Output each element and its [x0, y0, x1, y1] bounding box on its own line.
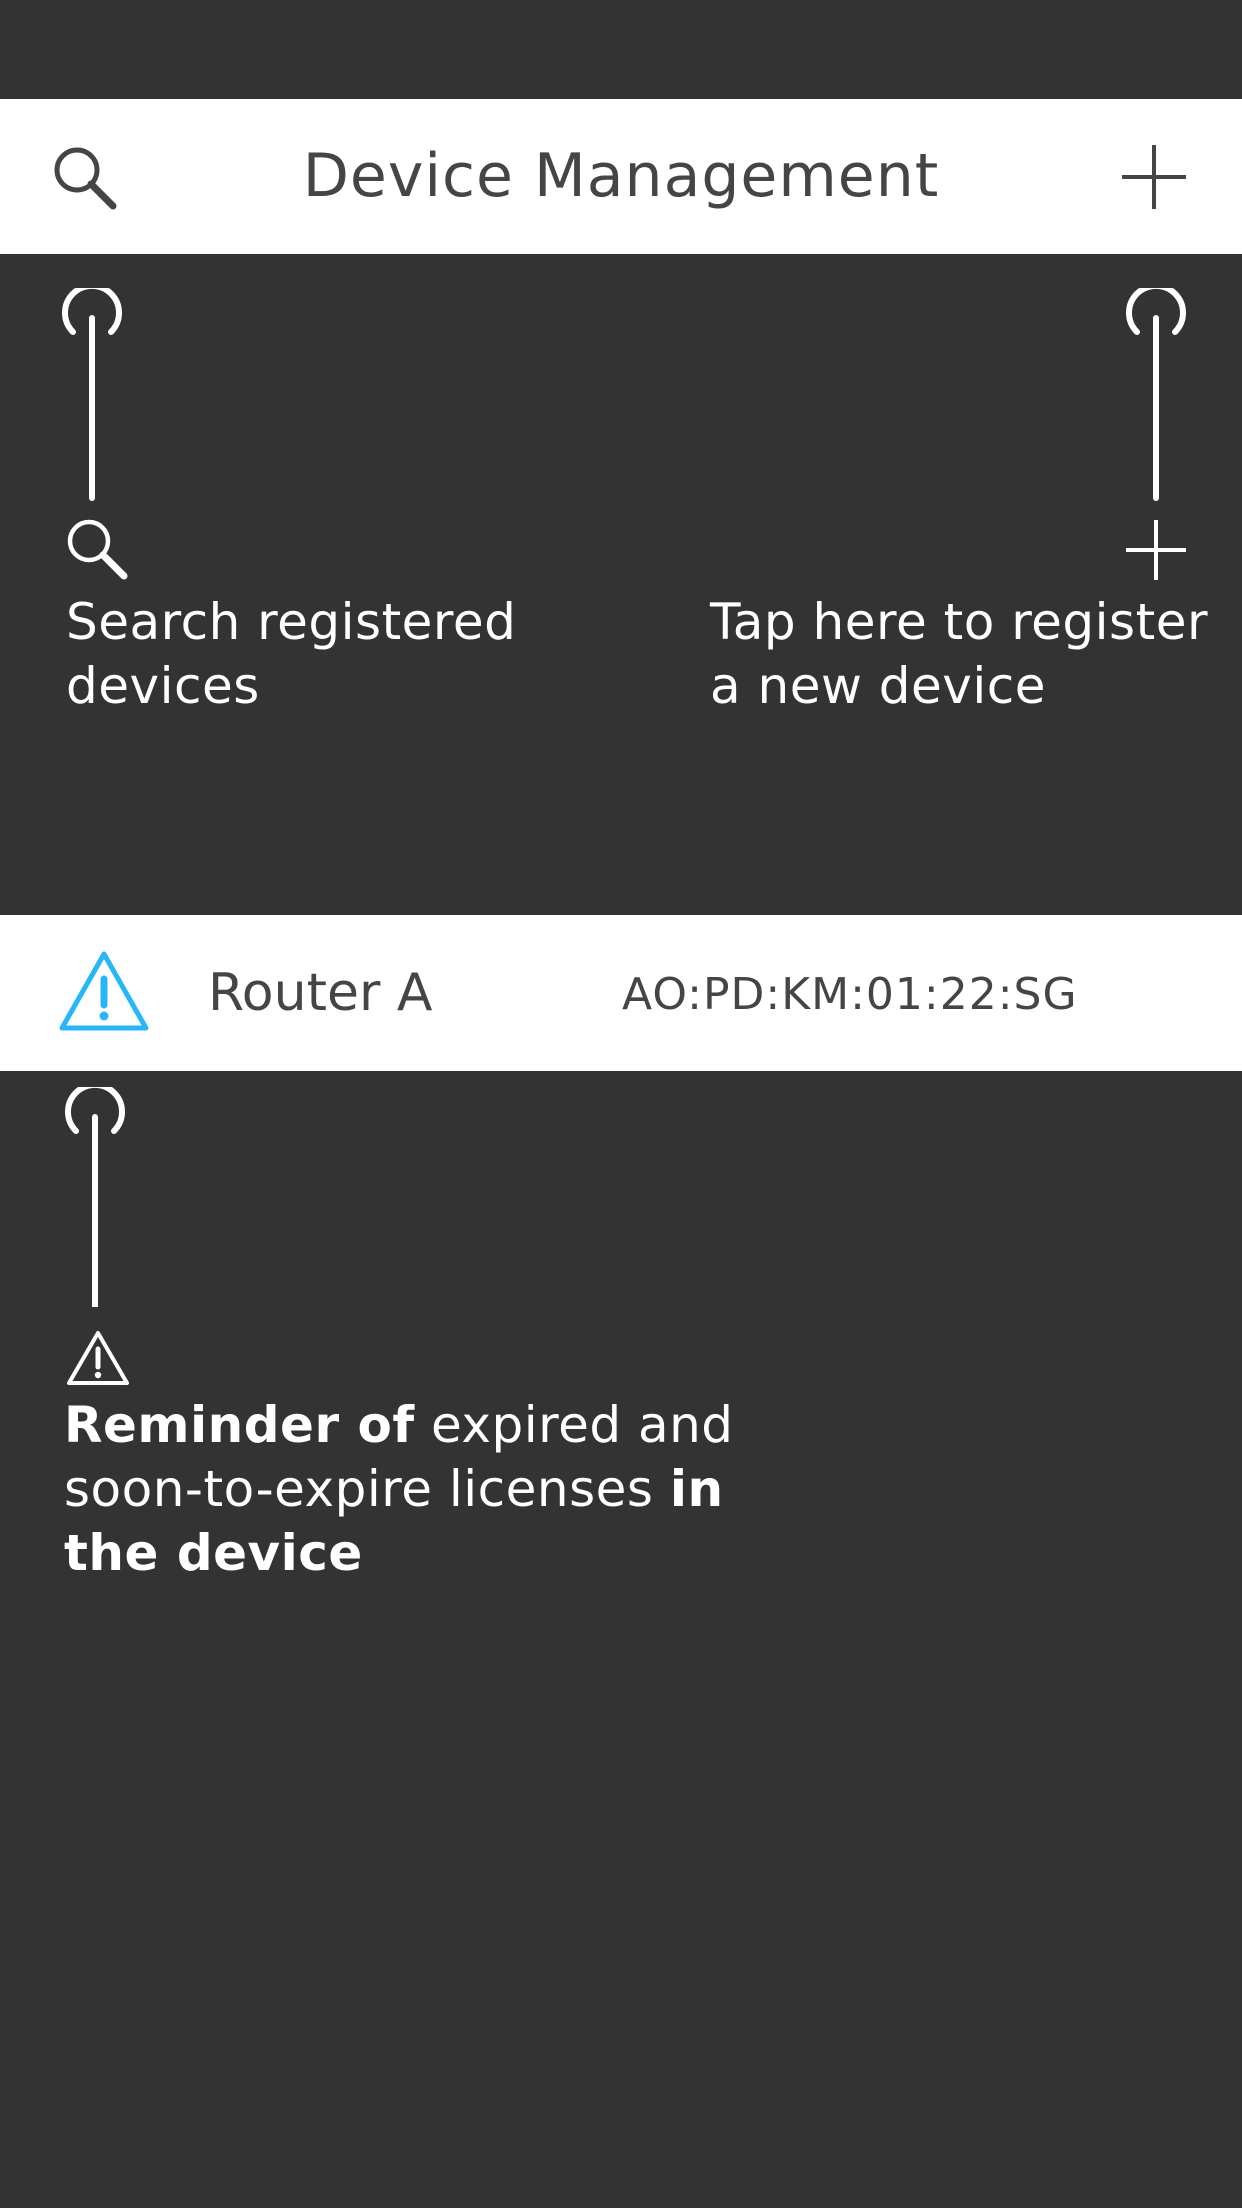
- reminder-hint-text: Reminder of expired and soon-to-expire l…: [64, 1393, 734, 1585]
- search-icon: [67, 519, 128, 580]
- reminder-hint-bold-1: Reminder of: [64, 1396, 415, 1454]
- add-device-button[interactable]: [1118, 141, 1190, 213]
- warning-icon: [59, 951, 149, 1031]
- page-title: Device Management: [302, 141, 940, 211]
- tutorial-overlay-bottom[interactable]: Reminder of expired and soon-to-expire l…: [0, 1071, 1242, 2208]
- pointer-line-reminder: [65, 1087, 125, 1307]
- warning-icon: [67, 1331, 129, 1385]
- search-icon: [54, 147, 117, 210]
- app-header: Device Management: [0, 99, 1242, 254]
- device-list-item[interactable]: Router A AO:PD:KM:01:22:SG: [0, 915, 1242, 1071]
- search-button[interactable]: [50, 143, 120, 213]
- plus-icon: [1122, 145, 1186, 209]
- tutorial-overlay-top[interactable]: Search registered devices Tap here to re…: [0, 254, 1242, 915]
- status-bar-area: [0, 0, 1242, 99]
- register-hint-text: Tap here to register a new device: [710, 593, 1209, 715]
- pointer-line-search: [62, 288, 122, 501]
- plus-icon: [1126, 520, 1186, 580]
- pointer-line-register: [1126, 288, 1186, 501]
- search-hint-text: Search registered devices: [66, 593, 517, 715]
- device-name: Router A: [208, 963, 433, 1023]
- device-mac-address: AO:PD:KM:01:22:SG: [622, 969, 1078, 1020]
